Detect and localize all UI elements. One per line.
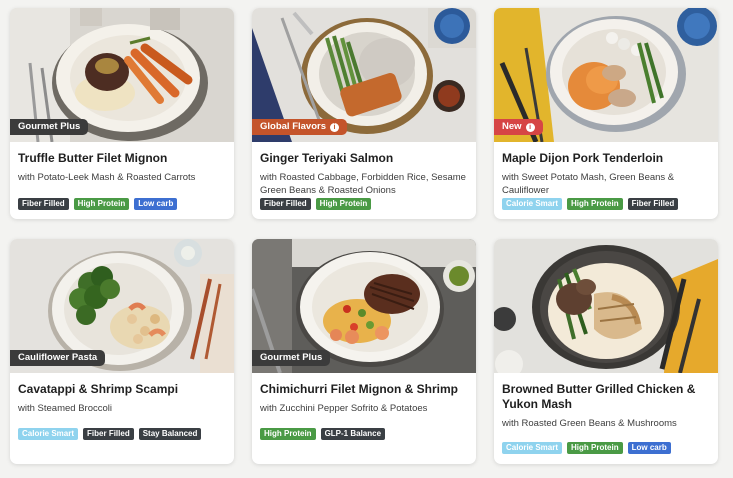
meal-card[interactable]: Browned Butter Grilled Chicken & Yukon M… bbox=[494, 239, 718, 464]
badge-label: New bbox=[502, 121, 522, 132]
meal-title: Browned Butter Grilled Chicken & Yukon M… bbox=[502, 382, 696, 411]
meal-subtitle: with Potato-Leek Mash & Roasted Carrots bbox=[18, 172, 196, 183]
meal-badge: New i bbox=[494, 119, 543, 135]
meal-title: Maple Dijon Pork Tenderloin bbox=[502, 151, 664, 165]
badge-label: Gourmet Plus bbox=[18, 121, 81, 132]
badge-label: Cauliflower Pasta bbox=[18, 352, 98, 363]
tag-low-carb: Low carb bbox=[134, 198, 178, 210]
tag-fiber-filled: Fiber Filled bbox=[260, 198, 311, 210]
meal-subtitle: with Roasted Cabbage, Forbidden Rice, Se… bbox=[260, 172, 466, 196]
meal-title: Truffle Butter Filet Mignon bbox=[18, 151, 168, 165]
tag-fiber-filled: Fiber Filled bbox=[18, 198, 69, 210]
meal-card[interactable]: New i Maple Dijon Pork Tenderloin with Sw… bbox=[494, 8, 718, 219]
meal-title: Ginger Teriyaki Salmon bbox=[260, 151, 394, 165]
meal-badge: Gourmet Plus bbox=[10, 119, 89, 135]
meal-info: Chimichurri Filet Mignon & Shrimp with Z… bbox=[252, 373, 476, 416]
tag-high-protein: High Protein bbox=[315, 198, 372, 210]
meal-info: Ginger Teriyaki Salmon with Roasted Cabb… bbox=[252, 142, 476, 197]
info-icon[interactable]: i bbox=[330, 123, 339, 132]
meal-info: Maple Dijon Pork Tenderloin with Sweet P… bbox=[494, 142, 718, 197]
tag-high-protein: High Protein bbox=[567, 198, 623, 210]
meal-card[interactable]: Gourmet Plus Chimichurri Filet Mignon & … bbox=[252, 239, 476, 464]
meal-badge: Gourmet Plus bbox=[252, 350, 331, 366]
meal-info: Browned Butter Grilled Chicken & Yukon M… bbox=[494, 373, 718, 431]
tag-high-protein: High Protein bbox=[73, 198, 130, 210]
badge-label: Gourmet Plus bbox=[260, 352, 323, 363]
meal-card[interactable]: Global Flavors i Ginger Teriyaki Salmon w… bbox=[252, 8, 476, 219]
badge-label: Global Flavors bbox=[260, 121, 326, 132]
meal-badge: Cauliflower Pasta bbox=[10, 350, 106, 366]
meal-title: Cavatappi & Shrimp Scampi bbox=[18, 382, 179, 396]
tag-glp1-balance: GLP-1 Balance bbox=[320, 428, 386, 440]
meal-tags: Fiber Filled High Protein bbox=[260, 198, 372, 210]
info-icon[interactable]: i bbox=[525, 123, 535, 132]
meal-subtitle: with Sweet Potato Mash, Green Beans & Ca… bbox=[502, 172, 675, 196]
tag-calorie-smart: Calorie Smart bbox=[18, 428, 79, 440]
tag-low-carb: Low carb bbox=[627, 442, 671, 454]
tag-fiber-filled: Fiber Filled bbox=[83, 428, 134, 440]
tag-calorie-smart: Calorie Smart bbox=[502, 442, 563, 454]
meal-card[interactable]: Cauliflower Pasta Cavatappi & Shrimp Sca… bbox=[10, 239, 234, 464]
meal-subtitle: with Roasted Green Beans & Mushrooms bbox=[502, 418, 677, 429]
tag-high-protein: High Protein bbox=[260, 428, 316, 440]
meal-subtitle: with Zucchini Pepper Sofrito & Potatoes bbox=[260, 403, 428, 414]
meal-image[interactable]: New i bbox=[494, 8, 718, 142]
meal-image[interactable]: Gourmet Plus bbox=[10, 8, 234, 142]
meal-image[interactable]: Global Flavors i bbox=[252, 8, 476, 142]
meal-tags: Calorie Smart Fiber Filled Stay Balanced bbox=[18, 428, 202, 440]
meal-card[interactable]: Gourmet Plus Truffle Butter Filet Mignon… bbox=[10, 8, 234, 219]
meal-title: Chimichurri Filet Mignon & Shrimp bbox=[260, 382, 458, 396]
meal-photo bbox=[494, 239, 718, 373]
tag-fiber-filled: Fiber Filled bbox=[627, 198, 679, 210]
meal-info: Cavatappi & Shrimp Scampi with Steamed B… bbox=[10, 373, 234, 416]
meal-grid: Gourmet Plus Truffle Butter Filet Mignon… bbox=[0, 0, 733, 478]
tag-high-protein: High Protein bbox=[567, 442, 623, 454]
meal-tags: Calorie Smart High Protein Fiber Filled bbox=[502, 198, 679, 210]
tag-stay-balanced: Stay Balanced bbox=[138, 428, 202, 440]
tag-calorie-smart: Calorie Smart bbox=[502, 198, 563, 210]
meal-image[interactable]: Cauliflower Pasta bbox=[10, 239, 234, 373]
meal-image[interactable] bbox=[494, 239, 718, 373]
meal-tags: High Protein GLP-1 Balance bbox=[260, 428, 386, 440]
meal-subtitle: with Steamed Broccoli bbox=[18, 403, 112, 414]
meal-badge: Global Flavors i bbox=[252, 119, 347, 135]
meal-info: Truffle Butter Filet Mignon with Potato-… bbox=[10, 142, 234, 185]
meal-tags: Calorie Smart High Protein Low carb bbox=[502, 442, 671, 454]
meal-image[interactable]: Gourmet Plus bbox=[252, 239, 476, 373]
meal-tags: Fiber Filled High Protein Low carb bbox=[18, 198, 178, 210]
